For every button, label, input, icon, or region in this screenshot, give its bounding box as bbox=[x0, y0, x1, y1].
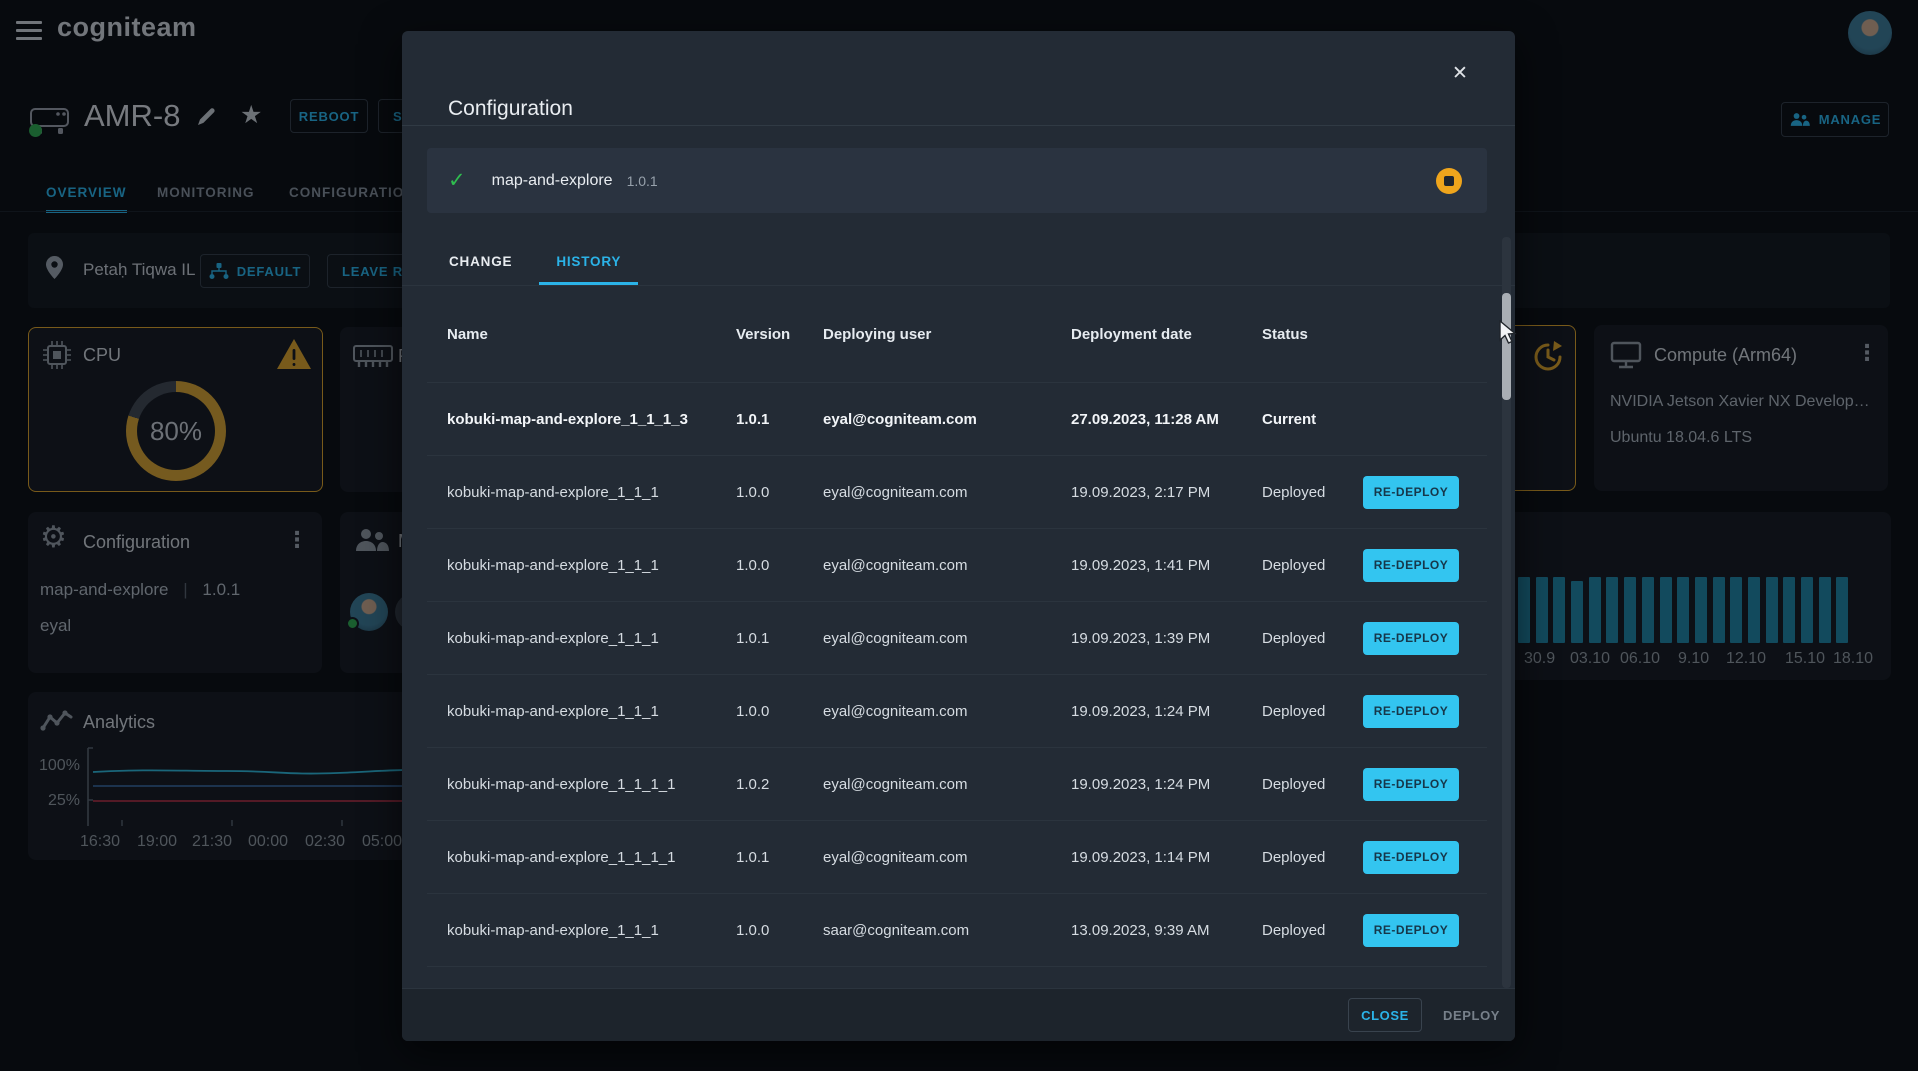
cell-status: Current bbox=[1262, 410, 1317, 428]
tab-change[interactable]: CHANGE bbox=[432, 240, 529, 285]
cell-date: 19.09.2023, 1:14 PM bbox=[1071, 848, 1211, 866]
cell-date: 19.09.2023, 1:41 PM bbox=[1071, 556, 1211, 574]
re-deploy-button[interactable]: RE-DEPLOY bbox=[1363, 548, 1459, 582]
re-deploy-button[interactable]: RE-DEPLOY bbox=[1363, 913, 1459, 947]
table-body: kobuki-map-and-explore_1_1_1_3 1.0.1 eya… bbox=[427, 383, 1487, 967]
app-version: 1.0.1 bbox=[626, 172, 658, 189]
app-row: ✓ map-and-explore 1.0.1 bbox=[427, 148, 1487, 213]
modal-header-divider bbox=[402, 125, 1515, 126]
table-row: kobuki-map-and-explore_1_1_1_1 1.0.2 eya… bbox=[427, 748, 1487, 821]
modal-footer: CLOSE DEPLOY bbox=[402, 988, 1515, 1041]
cell-status: Deployed bbox=[1262, 848, 1326, 866]
table-row: kobuki-map-and-explore_1_1_1 1.0.0 eyal@… bbox=[427, 675, 1487, 748]
cell-user: eyal@cogniteam.com bbox=[823, 556, 968, 574]
re-deploy-button[interactable]: RE-DEPLOY bbox=[1363, 621, 1459, 655]
cell-version: 1.0.0 bbox=[736, 702, 770, 720]
cell-name: kobuki-map-and-explore_1_1_1 bbox=[447, 556, 659, 574]
col-deploying-user: Deploying user bbox=[823, 326, 932, 343]
cell-date: 19.09.2023, 1:24 PM bbox=[1071, 775, 1211, 793]
cell-status: Deployed bbox=[1262, 483, 1326, 501]
cell-status: Deployed bbox=[1262, 629, 1326, 647]
re-deploy-button[interactable]: RE-DEPLOY bbox=[1363, 694, 1459, 728]
cell-user: eyal@cogniteam.com bbox=[823, 848, 968, 866]
close-button[interactable]: CLOSE bbox=[1348, 998, 1422, 1032]
cell-status: Deployed bbox=[1262, 921, 1326, 939]
app-name: map-and-explore bbox=[491, 171, 613, 189]
table-row: kobuki-map-and-explore_1_1_1_3 1.0.1 eya… bbox=[427, 383, 1487, 456]
table-row: kobuki-map-and-explore_1_1_1 1.0.0 eyal@… bbox=[427, 456, 1487, 529]
re-deploy-button[interactable]: RE-DEPLOY bbox=[1363, 767, 1459, 801]
col-deployment-date: Deployment date bbox=[1071, 326, 1192, 343]
cell-status: Deployed bbox=[1262, 775, 1326, 793]
stop-button[interactable] bbox=[1436, 167, 1462, 194]
cell-version: 1.0.0 bbox=[736, 556, 770, 574]
table-row: kobuki-map-and-explore_1_1_1 1.0.0 saar@… bbox=[427, 894, 1487, 967]
cell-name: kobuki-map-and-explore_1_1_1 bbox=[447, 702, 659, 720]
cell-user: eyal@cogniteam.com bbox=[823, 410, 977, 428]
deploy-button[interactable]: DEPLOY bbox=[1443, 1008, 1500, 1023]
re-deploy-button[interactable]: RE-DEPLOY bbox=[1363, 475, 1459, 509]
table-header: Name Version Deploying user Deployment d… bbox=[427, 287, 1487, 383]
cell-user: eyal@cogniteam.com bbox=[823, 702, 968, 720]
cell-name: kobuki-map-and-explore_1_1_1_1 bbox=[447, 848, 676, 866]
table-row: kobuki-map-and-explore_1_1_1 1.0.0 eyal@… bbox=[427, 529, 1487, 602]
cell-name: kobuki-map-and-explore_1_1_1 bbox=[447, 483, 659, 501]
modal-title: Configuration bbox=[448, 97, 573, 120]
cell-date: 19.09.2023, 2:17 PM bbox=[1071, 483, 1211, 501]
col-name: Name bbox=[447, 326, 488, 343]
cell-name: kobuki-map-and-explore_1_1_1_3 bbox=[447, 410, 688, 428]
cell-version: 1.0.1 bbox=[736, 848, 770, 866]
cell-user: eyal@cogniteam.com bbox=[823, 483, 968, 501]
cell-status: Deployed bbox=[1262, 702, 1326, 720]
cell-version: 1.0.0 bbox=[736, 921, 770, 939]
cell-date: 27.09.2023, 11:28 AM bbox=[1071, 410, 1219, 428]
cell-status: Deployed bbox=[1262, 556, 1326, 574]
close-icon[interactable]: ✕ bbox=[1452, 62, 1468, 85]
cell-name: kobuki-map-and-explore_1_1_1_1 bbox=[447, 775, 676, 793]
cell-user: saar@cogniteam.com bbox=[823, 921, 970, 939]
cell-date: 13.09.2023, 9:39 AM bbox=[1071, 921, 1210, 939]
table-row: kobuki-map-and-explore_1_1_1 1.0.1 eyal@… bbox=[427, 602, 1487, 675]
history-table: Name Version Deploying user Deployment d… bbox=[427, 287, 1487, 970]
cell-date: 19.09.2023, 1:24 PM bbox=[1071, 702, 1211, 720]
configuration-modal: Configuration ✕ ✓ map-and-explore 1.0.1 … bbox=[402, 31, 1515, 1041]
col-status: Status bbox=[1262, 326, 1308, 343]
modal-tab-bar: CHANGE HISTORY bbox=[402, 240, 1515, 286]
cell-name: kobuki-map-and-explore_1_1_1 bbox=[447, 921, 659, 939]
modal-scrollbar-thumb[interactable] bbox=[1502, 293, 1511, 400]
cell-name: kobuki-map-and-explore_1_1_1 bbox=[447, 629, 659, 647]
table-row: kobuki-map-and-explore_1_1_1_1 1.0.1 eya… bbox=[427, 821, 1487, 894]
cell-version: 1.0.0 bbox=[736, 483, 770, 501]
cell-user: eyal@cogniteam.com bbox=[823, 775, 968, 793]
check-icon: ✓ bbox=[448, 169, 466, 192]
mouse-cursor bbox=[1499, 320, 1517, 344]
cell-version: 1.0.1 bbox=[736, 629, 770, 647]
cell-version: 1.0.2 bbox=[736, 775, 770, 793]
cell-user: eyal@cogniteam.com bbox=[823, 629, 968, 647]
re-deploy-button[interactable]: RE-DEPLOY bbox=[1363, 840, 1459, 874]
tab-history[interactable]: HISTORY bbox=[539, 240, 639, 285]
cell-version: 1.0.1 bbox=[736, 410, 770, 428]
cell-date: 19.09.2023, 1:39 PM bbox=[1071, 629, 1211, 647]
col-version: Version bbox=[736, 326, 791, 343]
